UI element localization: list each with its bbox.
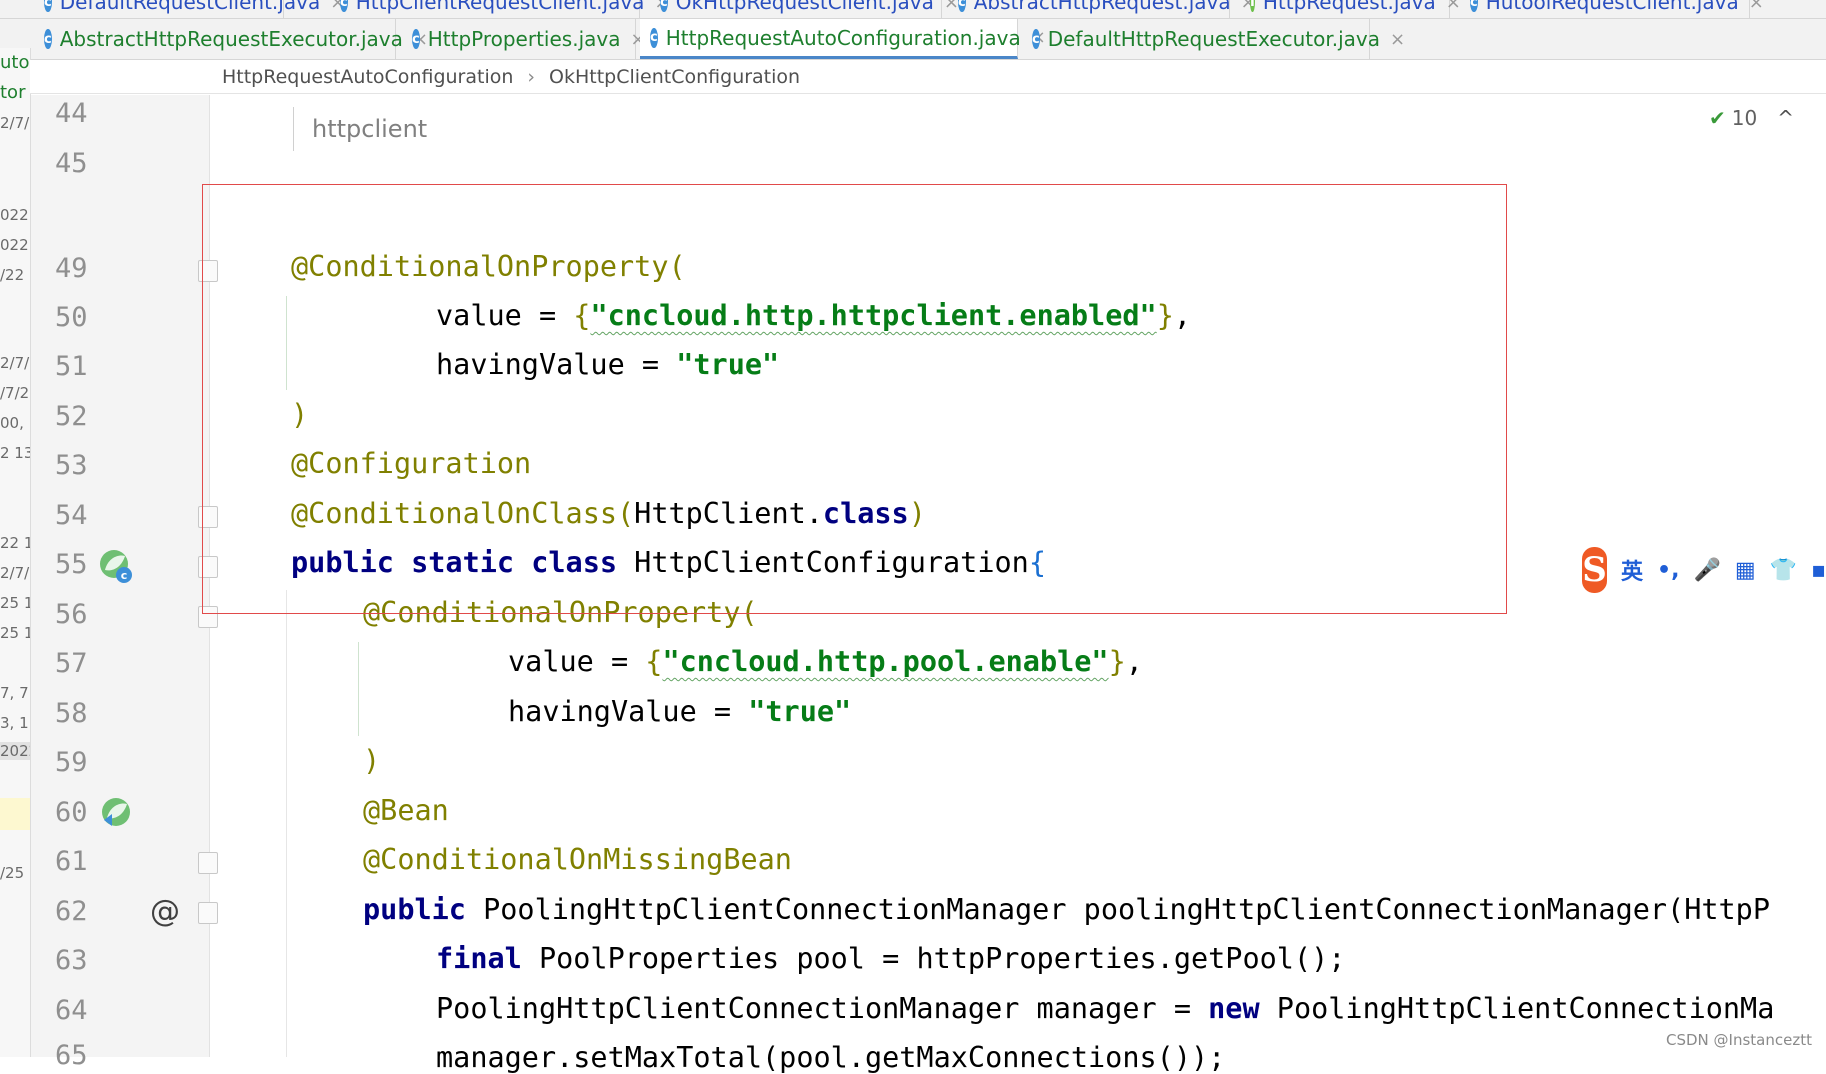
code-line: final PoolProperties pool = httpProperti… bbox=[436, 942, 1346, 975]
code-line: @ConditionalOnProperty( bbox=[363, 596, 758, 629]
code-line: havingValue = "true" bbox=[508, 695, 852, 728]
breadcrumb-item[interactable]: HttpRequestAutoConfiguration bbox=[222, 66, 513, 88]
ime-lang-toggle[interactable]: 英 bbox=[1621, 554, 1643, 586]
tab-default-request-client[interactable]: c DefaultRequestClient.java × bbox=[34, 0, 345, 18]
tab-abstract-http-request-executor[interactable]: c AbstractHttpRequestExecutor.java × bbox=[34, 19, 428, 59]
ime-punct-toggle[interactable]: •, bbox=[1657, 558, 1679, 583]
left-text: /7/2 bbox=[0, 384, 30, 402]
project-panel-edge: uto tor 2/7/ 022 022 /22 2/7/ /7/2 00, 2… bbox=[0, 48, 31, 1057]
code-line: @ConditionalOnMissingBean bbox=[363, 843, 792, 876]
class-icon: c bbox=[412, 29, 420, 49]
code-line: public static class HttpClientConfigurat… bbox=[291, 546, 1046, 579]
bean-method-icon[interactable] bbox=[98, 796, 134, 830]
tab-http-properties[interactable]: c HttpProperties.java × bbox=[402, 19, 646, 59]
code-line: value = {"cncloud.http.pool.enable"}, bbox=[508, 645, 1143, 678]
left-text: 00, bbox=[0, 414, 24, 432]
left-text: 25 1 bbox=[0, 594, 31, 612]
line-number: 63 bbox=[55, 945, 88, 976]
left-text: /25 bbox=[0, 864, 25, 882]
class-icon: c bbox=[340, 0, 348, 12]
left-text: 2 13 bbox=[0, 444, 31, 462]
left-text: 22 1 bbox=[0, 534, 31, 552]
line-number: 56 bbox=[55, 599, 88, 630]
class-icon: c bbox=[1470, 0, 1478, 12]
code-line: havingValue = "true" bbox=[436, 348, 780, 381]
line-number: 58 bbox=[55, 698, 88, 729]
line-number: 59 bbox=[55, 747, 88, 778]
tab-bar-row-1: c DefaultRequestClient.java × c HttpClientR… bbox=[0, 0, 1826, 19]
ime-toolbar[interactable]: S 英 •, 🎤 ▦ 👕 ▪ bbox=[1576, 544, 1826, 596]
tab-hutool-request-client[interactable]: c HutoolRequestClient.java × bbox=[1460, 0, 1764, 18]
left-text: 3, 1. bbox=[0, 714, 31, 732]
breadcrumb: HttpRequestAutoConfiguration › OkHttpCli… bbox=[30, 60, 1826, 94]
left-text: tor bbox=[0, 82, 26, 103]
code-line: value = {"cncloud.http.httpclient.enable… bbox=[436, 299, 1192, 332]
tab-http-request[interactable]: I HttpRequest.java × bbox=[1240, 0, 1461, 18]
left-text: 022 bbox=[0, 206, 29, 224]
class-icon: c bbox=[44, 0, 52, 12]
tab-httpclient-request-client[interactable]: cHttpClientRequestClient.java× bbox=[330, 0, 670, 18]
line-number: 49 bbox=[55, 253, 88, 284]
code-line: @ConditionalOnClass(HttpClient.class) bbox=[291, 497, 926, 530]
skin-shirt-icon[interactable]: 👕 bbox=[1770, 558, 1797, 583]
code-line: @Configuration bbox=[291, 447, 532, 480]
class-icon: c bbox=[650, 27, 658, 48]
line-number: 51 bbox=[55, 351, 88, 382]
left-text: 2022 bbox=[0, 742, 30, 760]
line-number: 61 bbox=[55, 846, 88, 877]
line-number: 65 bbox=[55, 1040, 88, 1071]
keyboard-icon[interactable]: ▦ bbox=[1735, 558, 1756, 583]
interface-icon: I bbox=[1250, 0, 1255, 12]
line-number: 53 bbox=[55, 450, 88, 481]
line-number: 44 bbox=[55, 98, 88, 129]
watermark: CSDN @Instanceztt bbox=[1666, 1031, 1812, 1049]
code-line: PoolingHttpClientConnectionManager manag… bbox=[436, 992, 1775, 1025]
code-line: @ConditionalOnProperty( bbox=[291, 250, 686, 283]
tab-bar-row-2: c AbstractHttpRequestExecutor.java × c Http… bbox=[0, 19, 1826, 60]
code-line: public PoolingHttpClientConnectionManage… bbox=[363, 893, 1770, 926]
left-text: 022 bbox=[0, 236, 29, 254]
sogou-logo-icon[interactable]: S bbox=[1582, 547, 1608, 593]
line-number: 62 bbox=[55, 896, 88, 927]
close-icon[interactable]: × bbox=[1749, 0, 1764, 13]
code-line: ) bbox=[363, 744, 381, 777]
tab-default-http-request-executor[interactable]: c DefaultHttpRequestExecutor.java × bbox=[1022, 19, 1405, 59]
line-number: 55 bbox=[55, 549, 88, 580]
microphone-icon[interactable]: 🎤 bbox=[1693, 558, 1720, 583]
chevron-right-icon: › bbox=[527, 65, 536, 88]
line-number: 54 bbox=[55, 500, 88, 531]
line-number: 57 bbox=[55, 648, 88, 679]
left-text: /22 bbox=[0, 266, 25, 284]
line-number: 64 bbox=[55, 995, 88, 1026]
grid-menu-icon[interactable]: ▪ bbox=[1811, 558, 1826, 583]
left-text: 25 1 bbox=[0, 624, 31, 642]
code-line: manager.setMaxTotal(pool.getMaxConnectio… bbox=[436, 1041, 1226, 1074]
left-text: 2/7/ bbox=[0, 354, 30, 372]
code-line: ) bbox=[291, 398, 309, 431]
left-text: 2/7/ bbox=[0, 114, 30, 132]
tab-abstract-http-request[interactable]: c AbstractHttpRequest.java × bbox=[948, 0, 1256, 18]
class-icon: c bbox=[660, 0, 668, 12]
class-icon: c bbox=[958, 0, 966, 12]
line-number: 52 bbox=[55, 401, 88, 432]
line-number: 45 bbox=[55, 148, 88, 179]
left-text: uto bbox=[0, 52, 30, 73]
left-highlight bbox=[0, 798, 30, 830]
class-icon: c bbox=[44, 29, 52, 49]
left-text: 7, 7 bbox=[0, 684, 29, 702]
line-number: 50 bbox=[55, 302, 88, 333]
tab-http-request-auto-configuration[interactable]: cHttpRequestAutoConfiguration.java× bbox=[640, 19, 1046, 59]
line-number: 60 bbox=[55, 797, 88, 828]
breadcrumb-item[interactable]: OkHttpClientConfiguration bbox=[549, 66, 800, 88]
left-text: 2/7/ bbox=[0, 564, 30, 582]
tab-okhttp-request-client[interactable]: c OkHttpRequestClient.java × bbox=[650, 0, 959, 18]
class-icon: c bbox=[1032, 29, 1040, 49]
svg-text:c: c bbox=[121, 569, 128, 582]
code-line: @Bean bbox=[363, 794, 449, 827]
close-icon[interactable]: × bbox=[1390, 29, 1405, 50]
bean-config-icon[interactable]: c bbox=[98, 548, 134, 584]
close-icon[interactable]: × bbox=[1446, 0, 1461, 13]
override-at-icon[interactable]: @ bbox=[150, 894, 180, 929]
